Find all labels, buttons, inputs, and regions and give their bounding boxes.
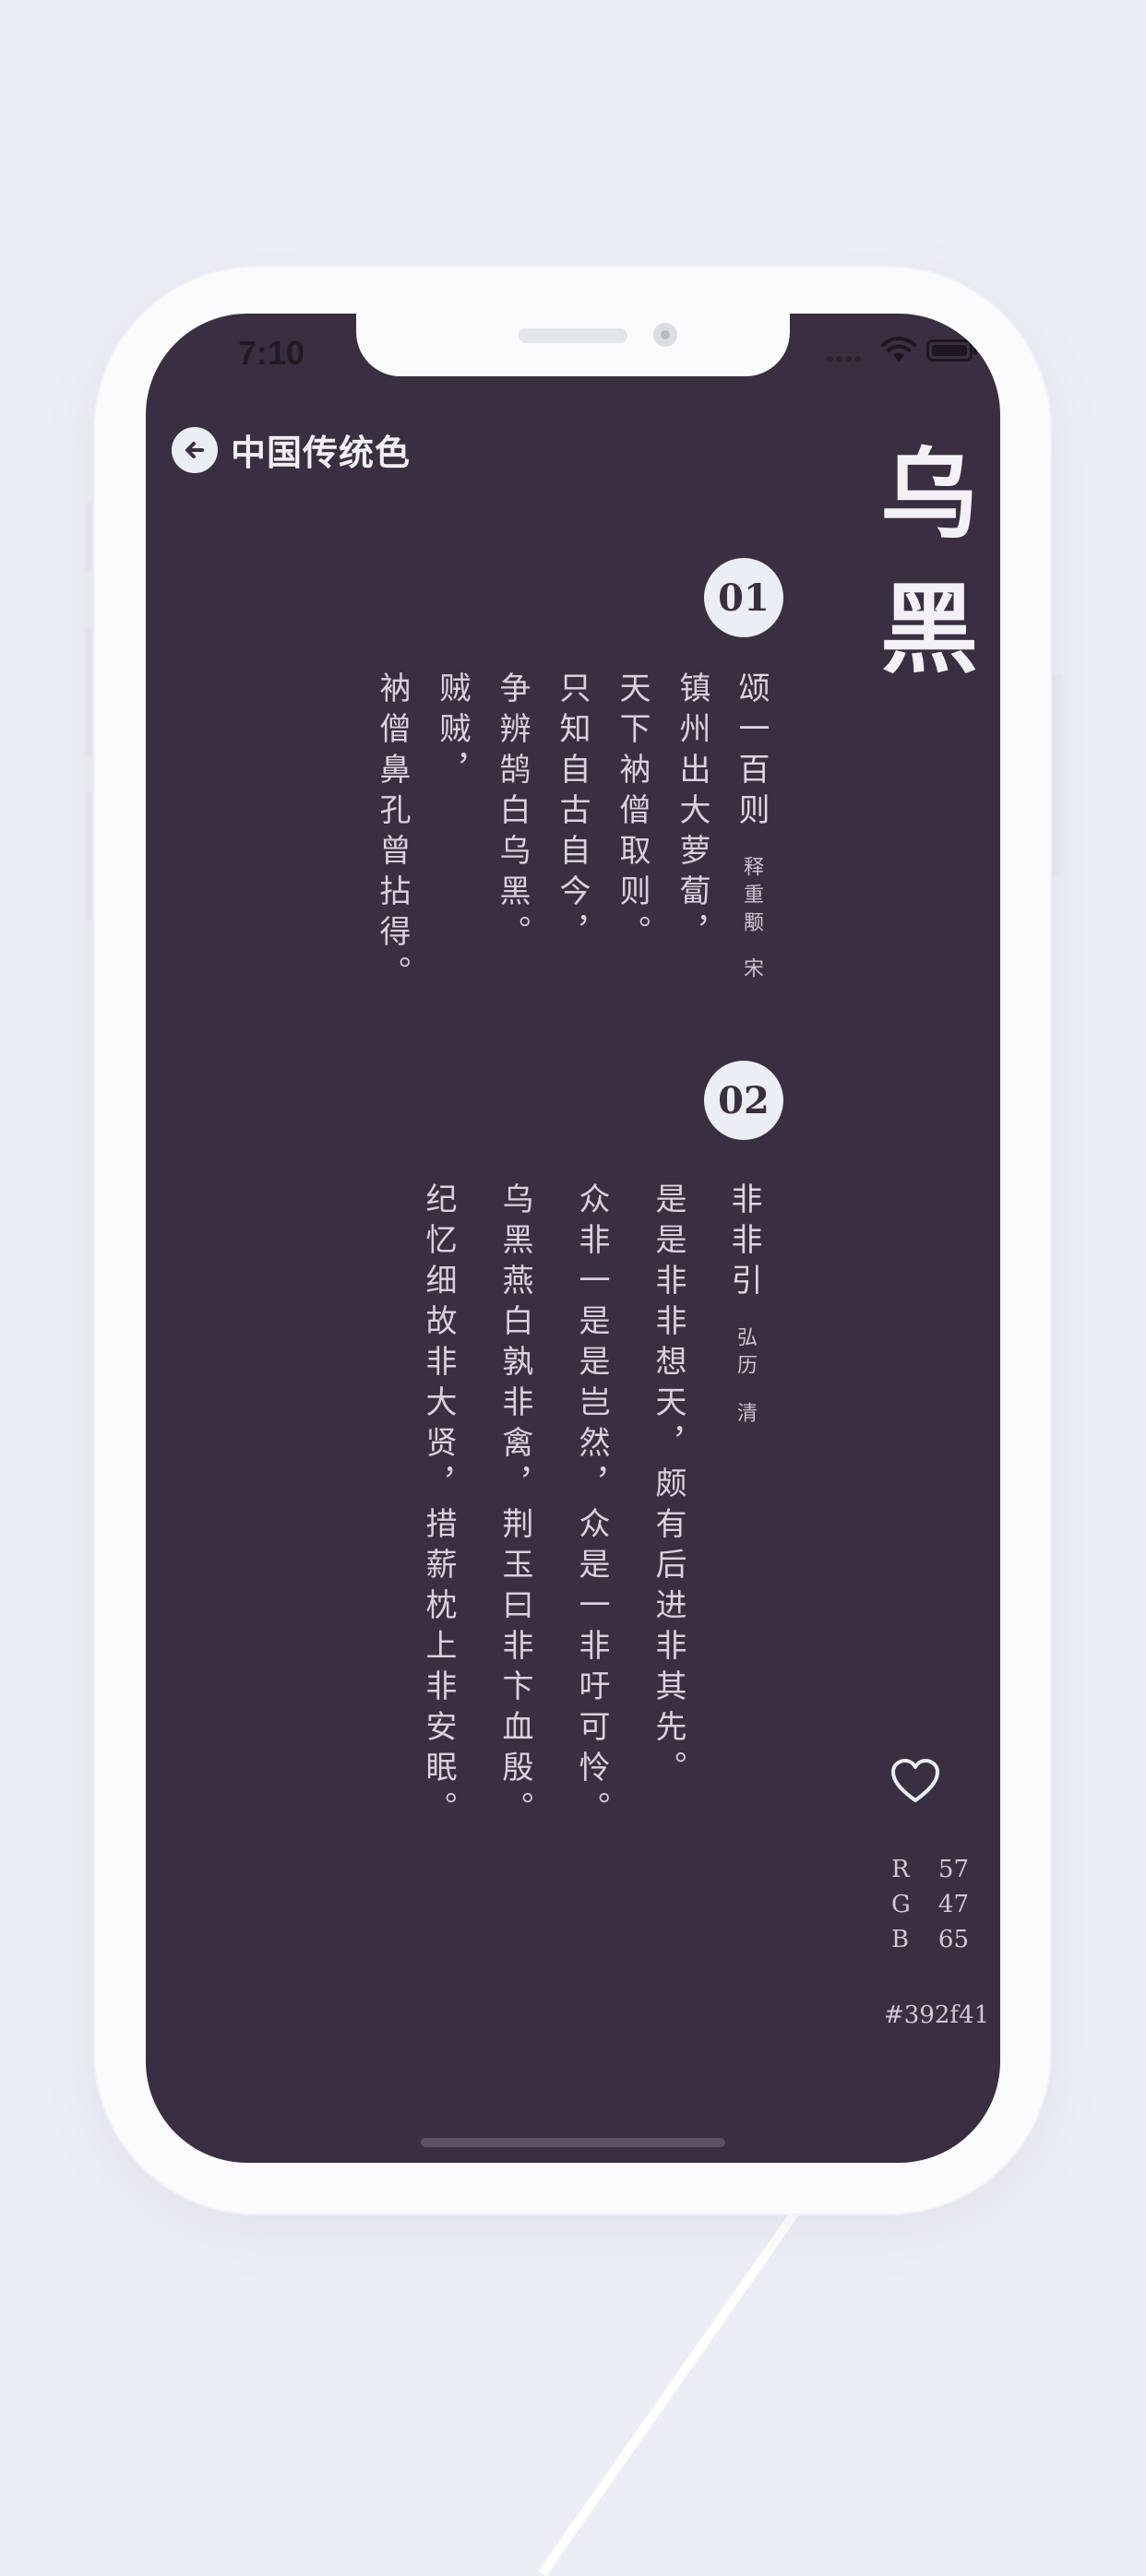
- poem-dynasty: 清: [734, 1402, 757, 1430]
- side-button-silent: [85, 503, 94, 572]
- status-time: 7:10: [238, 334, 305, 372]
- heart-icon[interactable]: [889, 1757, 941, 1805]
- poem-line: 是是非非想天，颇有后进非其先。: [650, 1182, 686, 1791]
- poem-title: 颂一百则: [733, 671, 770, 834]
- side-button-power: [1052, 673, 1061, 876]
- g-value: 47: [937, 1891, 969, 1918]
- poem-line: 乌黑燕白孰非禽，荆玉曰非卞血殷。: [496, 1182, 533, 1832]
- arrow-left-icon: [185, 442, 204, 458]
- notch: [356, 314, 790, 376]
- poem-line: 只知自古自今，: [554, 671, 591, 956]
- battery-icon: [926, 339, 977, 362]
- app-screen: 7:10 中国传统色 乌黑 01 颂一百则 释重颙 宋 镇州出大萝蔔， 天下衲僧…: [146, 314, 1000, 2163]
- rgb-row-r: R 57: [891, 1852, 969, 1887]
- poem-line: 纪忆细故非大贤，措薪枕上非安眠。: [420, 1182, 457, 1832]
- speaker: [519, 328, 627, 343]
- back-button[interactable]: [172, 427, 218, 473]
- signal-icon: [827, 349, 871, 362]
- poem-number: 01: [704, 558, 783, 637]
- poem-author: 弘历: [734, 1326, 757, 1382]
- poem-number: 02: [704, 1061, 783, 1140]
- poem-line: 镇州出大萝蔔，: [674, 671, 710, 956]
- b-value: 65: [937, 1926, 969, 1953]
- rgb-values: R 57 G 47 B 65: [891, 1852, 969, 1957]
- poem-line: 贼贼，: [434, 671, 471, 793]
- poem-line: 衲僧鼻孔曾拈得。: [374, 671, 411, 996]
- app-title: 中国传统色: [231, 432, 412, 473]
- side-button-volume-up: [85, 627, 94, 756]
- rgb-row-g: G 47: [891, 1887, 969, 1922]
- color-name: 乌黑: [864, 443, 979, 712]
- home-indicator[interactable]: [421, 2138, 725, 2147]
- poem-line: 天下衲僧取则。: [614, 671, 651, 956]
- poem-line: 众非一是是岂然，众是一非吁可怜。: [573, 1182, 610, 1832]
- b-label: B: [891, 1926, 910, 1953]
- rgb-row-b: B 65: [891, 1922, 969, 1957]
- r-value: 57: [937, 1856, 969, 1883]
- hex-value: #392f41: [884, 2001, 990, 2029]
- poem-title: 非非引: [725, 1182, 762, 1304]
- camera: [653, 323, 677, 347]
- r-label: R: [891, 1856, 910, 1883]
- wifi-icon: [881, 336, 916, 362]
- poem-author: 释重颙: [740, 856, 763, 939]
- poem-line: 争辨鹄白乌黑。: [494, 671, 531, 956]
- poem-dynasty: 宋: [740, 957, 763, 985]
- side-button-volume-down: [85, 791, 94, 920]
- g-label: G: [891, 1891, 911, 1918]
